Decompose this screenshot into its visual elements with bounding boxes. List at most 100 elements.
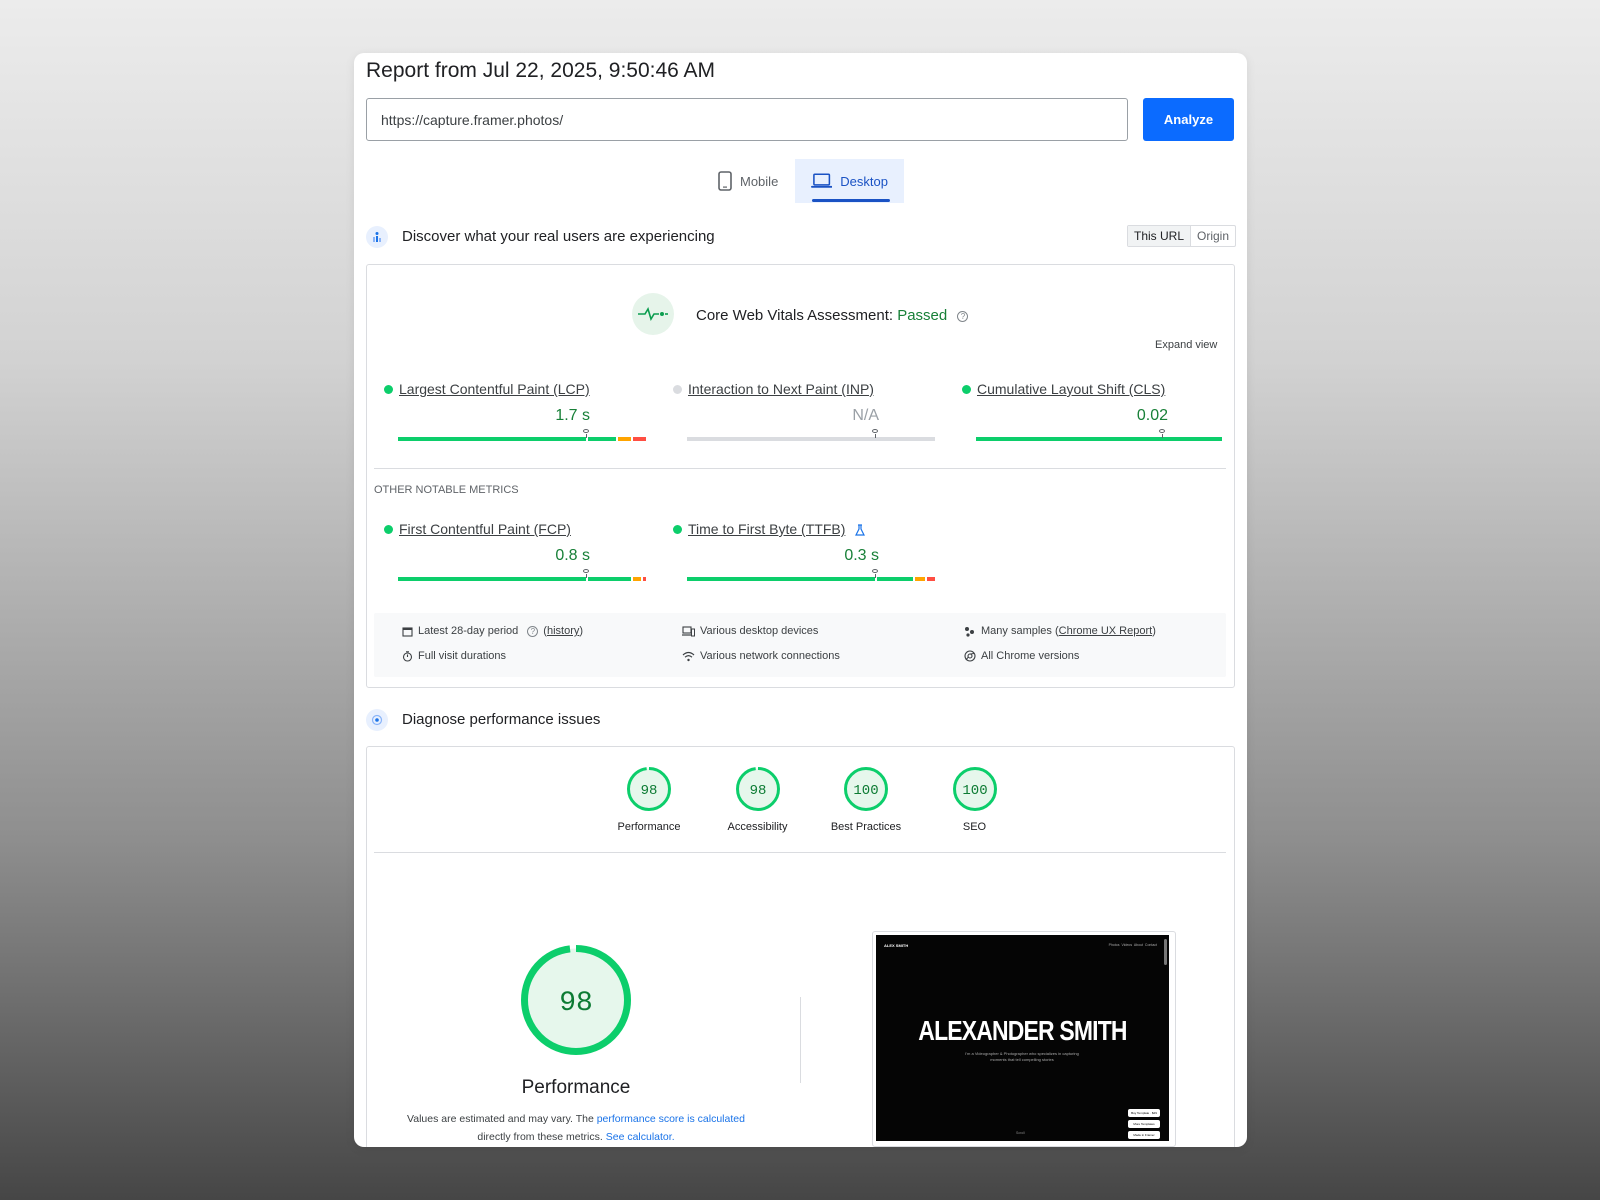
chrome-ux-report-link[interactable]: Chrome UX Report (1059, 625, 1153, 637)
category-gauges: 98 Performance 98 Accessibility 100 Best Prac… (594, 766, 1034, 846)
gauge-label: Best Practices (830, 821, 902, 833)
percentile-marker (871, 429, 878, 433)
help-icon[interactable]: ? (957, 310, 969, 322)
gauge-accessibility[interactable]: 98 Accessibility (703, 766, 813, 833)
pulse-icon (632, 293, 674, 335)
distribution-segment (643, 577, 646, 581)
percentile-marker-stem (1162, 434, 1163, 438)
distribution-segment (588, 577, 631, 581)
calendar-icon (402, 626, 413, 637)
toggle-this-url[interactable]: This URL (1128, 226, 1192, 246)
tab-desktop[interactable]: Desktop (795, 159, 904, 203)
gauge-score: 98 (559, 988, 593, 1019)
percentile-marker-stem (585, 434, 587, 438)
see-calculator-link[interactable]: See calculator. (606, 1131, 675, 1143)
status-dot (384, 385, 393, 395)
devices-icon (682, 625, 695, 636)
tab-mobile-label: Mobile (740, 173, 779, 189)
metric-fcp-label[interactable]: First Contentful Paint (FCP) (399, 521, 571, 537)
tab-desktop-label: Desktop (840, 173, 888, 189)
phone-icon (718, 171, 732, 191)
metric-cls: Cumulative Layout Shift (CLS) 0.02 (962, 381, 1212, 425)
history-link[interactable]: history (547, 625, 579, 637)
performance-main-gauge: 98 (521, 945, 631, 1055)
distribution-segment (687, 437, 935, 441)
info-durations-text: Full visit durations (418, 650, 507, 662)
gauge-best-practices[interactable]: 100 Best Practices (811, 766, 921, 833)
note-text-2: directly from these metrics. (477, 1131, 606, 1143)
gauge-ring: 100 (844, 767, 888, 811)
distribution-segment (633, 577, 641, 581)
help-icon[interactable]: ? (527, 625, 539, 637)
metric-ttfb: Time to First Byte (TTFB) 0.3 s (673, 521, 923, 565)
metric-ttfb-label[interactable]: Time to First Byte (TTFB) (688, 521, 845, 537)
gauge-performance[interactable]: 98 Performance (594, 766, 704, 833)
flask-icon (854, 524, 865, 536)
info-devices-text: Various desktop devices (700, 625, 819, 637)
cwv-assessment-status: Passed (897, 307, 948, 324)
screenshot-framer-button: Made in Framer (1128, 1131, 1160, 1139)
expand-view-link[interactable]: Expand view (1155, 339, 1217, 351)
gauge-score: 98 (641, 783, 658, 799)
distribution-segment (398, 437, 586, 441)
percentile-marker (582, 429, 589, 433)
gauge-score: 98 (749, 783, 766, 799)
distribution-bar-cls (976, 429, 1224, 441)
gauge-label: Accessibility (727, 821, 788, 833)
toggle-origin[interactable]: Origin (1191, 226, 1235, 246)
diagnose-title: Diagnose performance issues (402, 711, 601, 728)
tab-mobile[interactable]: Mobile (702, 159, 794, 203)
gauge-score: 100 (962, 783, 987, 799)
url-input[interactable] (366, 98, 1128, 141)
screenshot-buy-button: Buy Template · $29 (1128, 1109, 1160, 1117)
metric-lcp: Largest Contentful Paint (LCP) 1.7 s (384, 381, 634, 425)
distribution-segment (927, 577, 935, 581)
info-samples: Many samples (Chrome UX Report) (964, 625, 1156, 637)
laptop-icon (811, 173, 833, 188)
info-samples-suffix: ) (1152, 625, 1156, 637)
distribution-segment (877, 577, 913, 581)
percentile-marker-stem (874, 574, 876, 578)
metric-fcp: First Contentful Paint (FCP) 0.8 s (384, 521, 634, 565)
url-origin-toggle: This URL Origin (1127, 225, 1237, 247)
screenshot-tagline: I'm a Videographer & Photographer who sp… (965, 1051, 1079, 1062)
distribution-segment (687, 577, 875, 581)
distribution-segment (633, 437, 646, 441)
gauge-seo[interactable]: 100 SEO (920, 766, 1030, 833)
chrome-icon (964, 650, 976, 662)
distribution-bar-inp (687, 429, 937, 441)
distribution-bar-lcp (398, 429, 648, 441)
metric-inp-value: N/A (852, 407, 879, 424)
info-chrome-text: All Chrome versions (981, 650, 1080, 662)
status-dot (384, 525, 393, 535)
distribution-segment (398, 577, 586, 581)
distribution-segment (914, 577, 925, 581)
cwv-assessment: Core Web Vitals Assessment: Passed ? (696, 307, 969, 324)
score-calculated-link[interactable]: performance score is calculated (597, 1113, 745, 1125)
screenshot-templates-button: More Templates (1128, 1120, 1160, 1128)
gauge-ring: 98 (627, 767, 671, 811)
gauge-label: Performance (617, 821, 681, 833)
metrics-divider (374, 468, 1226, 469)
screenshot-headline: ALEXANDER SMITH (918, 1015, 1127, 1046)
distribution-bar-fcp (398, 569, 648, 581)
gauges-divider (374, 852, 1226, 853)
stopwatch-icon (402, 650, 413, 662)
other-metrics-title: OTHER NOTABLE METRICS (374, 484, 519, 496)
percentile-marker-stem (585, 574, 587, 578)
analyze-button[interactable]: Analyze (1143, 98, 1234, 141)
metric-ttfb-value: 0.3 s (844, 547, 879, 564)
cwv-assessment-label: Core Web Vitals Assessment: (696, 307, 894, 324)
screenshot-logo: ALEX SMITH (884, 943, 909, 948)
metric-inp-label[interactable]: Interaction to Next Paint (INP) (688, 381, 874, 397)
distribution-segment (618, 437, 631, 441)
gauge-ring: 98 (735, 767, 780, 811)
percentile-marker (871, 569, 878, 573)
info-chrome: All Chrome versions (964, 650, 1079, 662)
metric-lcp-label[interactable]: Largest Contentful Paint (LCP) (399, 381, 590, 397)
score-note: Values are estimated and may vary. The p… (390, 1110, 762, 1146)
field-data-title: Discover what your real users are experi… (402, 228, 715, 245)
metric-cls-label[interactable]: Cumulative Layout Shift (CLS) (977, 381, 1165, 397)
vertical-divider (800, 997, 801, 1083)
screenshot-scrollbar (1164, 939, 1167, 965)
